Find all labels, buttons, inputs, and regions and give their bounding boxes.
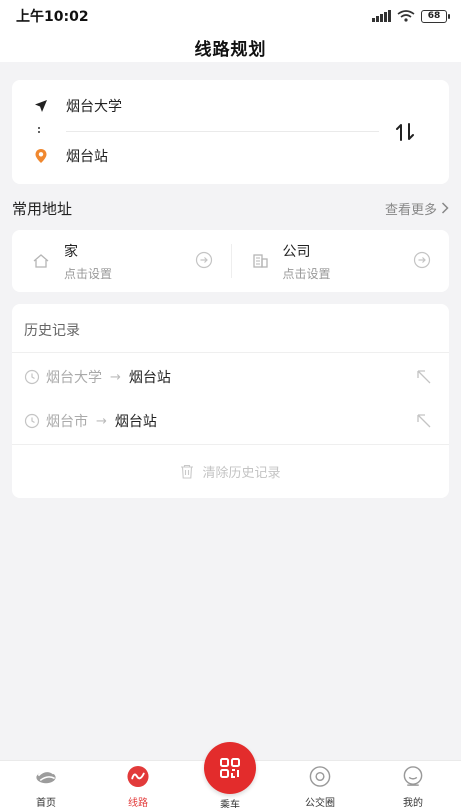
qr-code-icon bbox=[220, 758, 240, 778]
building-icon bbox=[252, 254, 268, 268]
history-card: 历史记录 烟台大学 → 烟台站 烟台市 → 烟台站 清除历史记录 bbox=[12, 304, 449, 498]
route-card: 烟台大学 烟台站 bbox=[12, 80, 449, 184]
nav-bar: 线路规划 bbox=[0, 32, 461, 62]
ride-button[interactable] bbox=[204, 742, 256, 794]
history-divider bbox=[12, 444, 449, 445]
profile-icon bbox=[403, 766, 423, 786]
history-arrow: → bbox=[110, 369, 121, 385]
location-pin-icon bbox=[35, 149, 47, 163]
tab-home[interactable]: 首页 bbox=[16, 765, 76, 808]
tab-ride-label: 乘车 bbox=[220, 800, 240, 808]
tab-mine[interactable]: 我的 bbox=[383, 765, 443, 808]
address-card: 家 点击设置 公司 点击设置 bbox=[12, 230, 449, 292]
tab-route[interactable]: 线路 bbox=[108, 765, 168, 808]
history-to: 烟台站 bbox=[114, 414, 157, 430]
tab-home-label: 首页 bbox=[36, 798, 56, 808]
history-item[interactable]: 烟台大学 → 烟台站 bbox=[24, 364, 437, 390]
home-sub: 点击设置 bbox=[64, 266, 113, 281]
chevron-right-icon bbox=[441, 202, 449, 214]
destination-text: 烟台站 bbox=[66, 149, 108, 165]
view-more-link[interactable]: 查看更多 bbox=[385, 199, 449, 218]
route-divider bbox=[66, 131, 379, 132]
clear-history-button[interactable]: 清除历史记录 bbox=[12, 454, 449, 488]
battery-icon: 68 bbox=[421, 9, 450, 23]
home-logo-icon bbox=[36, 770, 56, 784]
signal-icon bbox=[372, 10, 391, 22]
route-icon bbox=[127, 765, 149, 788]
status-icons: 68 bbox=[372, 9, 450, 23]
arrow-circle-icon bbox=[413, 251, 431, 269]
page-gap bbox=[0, 62, 461, 74]
history-to: 烟台站 bbox=[128, 370, 171, 386]
clock-icon bbox=[24, 413, 40, 429]
address-company[interactable]: 公司 点击设置 bbox=[230, 230, 450, 292]
common-address-header: 常用地址 查看更多 bbox=[12, 196, 449, 220]
location-arrow-icon bbox=[35, 100, 47, 112]
address-home[interactable]: 家 点击设置 bbox=[12, 230, 231, 292]
page-title: 线路规划 bbox=[194, 39, 267, 60]
history-divider bbox=[12, 352, 449, 353]
home-label: 家 bbox=[64, 243, 78, 260]
section-title: 常用地址 bbox=[12, 199, 73, 218]
tab-mine-label: 我的 bbox=[403, 798, 423, 808]
route-dots bbox=[38, 125, 41, 137]
home-icon bbox=[33, 254, 49, 268]
route-destination[interactable]: 烟台站 bbox=[34, 146, 108, 166]
company-sub: 点击设置 bbox=[282, 266, 331, 281]
origin-text: 烟台大学 bbox=[66, 99, 122, 115]
history-from: 烟台市 bbox=[46, 414, 88, 430]
swap-button[interactable] bbox=[393, 120, 419, 144]
tab-bus-circle-label: 公交圈 bbox=[305, 798, 335, 808]
clock-icon bbox=[24, 369, 40, 385]
history-title: 历史记录 bbox=[24, 323, 80, 339]
history-from: 烟台大学 bbox=[46, 370, 102, 386]
status-bar: 上午10:02 68 bbox=[0, 0, 461, 32]
fill-arrow-icon[interactable] bbox=[415, 368, 433, 386]
bus-circle-icon bbox=[309, 766, 331, 787]
tab-bus-circle[interactable]: 公交圈 bbox=[290, 765, 350, 808]
arrow-circle-icon bbox=[195, 251, 212, 269]
clear-history-label: 清除历史记录 bbox=[202, 465, 281, 481]
view-more-label: 查看更多 bbox=[384, 202, 437, 218]
history-arrow: → bbox=[96, 413, 107, 429]
trash-icon bbox=[181, 464, 194, 479]
fill-arrow-icon[interactable] bbox=[415, 412, 433, 430]
history-item[interactable]: 烟台市 → 烟台站 bbox=[24, 408, 437, 434]
company-label: 公司 bbox=[282, 243, 311, 260]
tab-route-label: 线路 bbox=[128, 798, 148, 808]
swap-icon bbox=[396, 123, 414, 141]
wifi-icon bbox=[397, 10, 415, 22]
route-origin[interactable]: 烟台大学 bbox=[34, 96, 122, 116]
status-time: 上午10:02 bbox=[16, 9, 89, 25]
